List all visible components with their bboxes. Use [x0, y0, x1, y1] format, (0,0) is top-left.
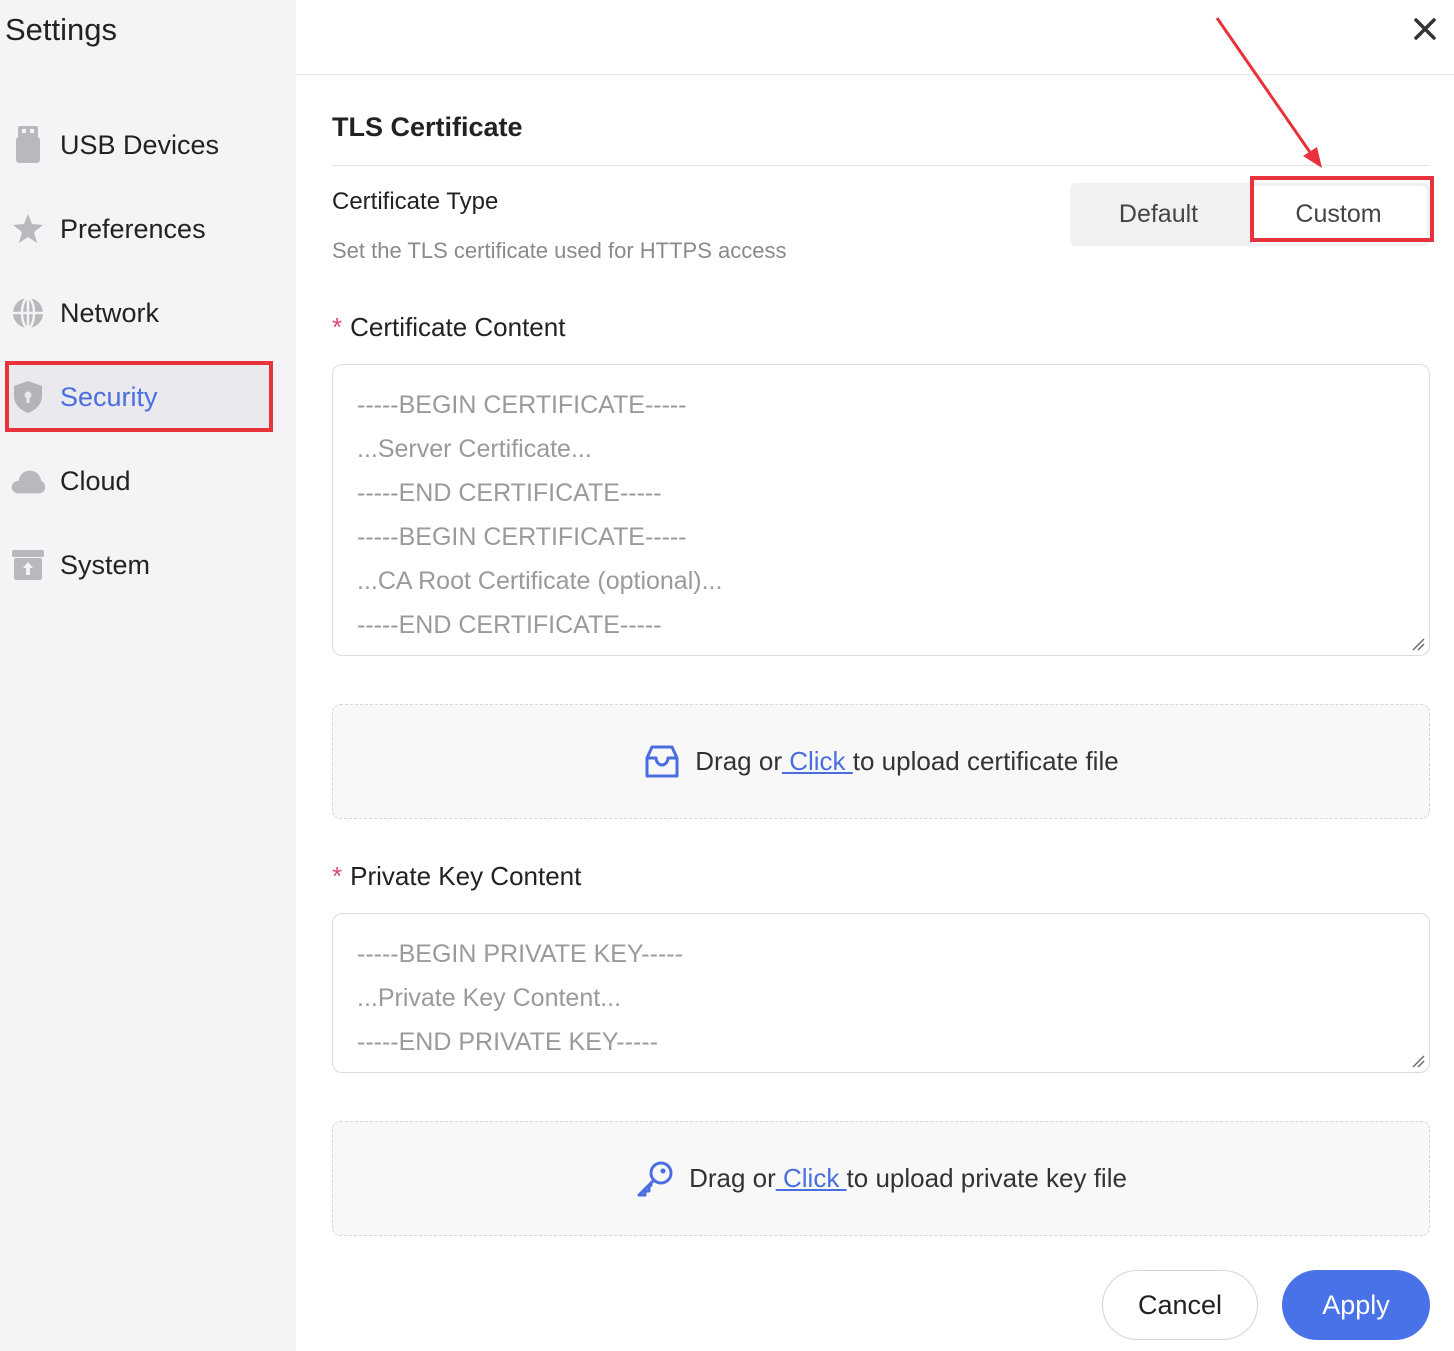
- sidebar: Settings USB Devices Preferences Network…: [0, 0, 296, 1351]
- globe-icon: [10, 295, 46, 331]
- sidebar-item-preferences[interactable]: Preferences: [6, 197, 270, 261]
- usb-icon: [10, 126, 46, 163]
- sidebar-item-label: System: [60, 549, 151, 580]
- key-content-label-text: Private Key Content: [350, 861, 582, 891]
- sidebar-item-security[interactable]: Security: [6, 365, 270, 429]
- resize-handle-icon[interactable]: [1411, 637, 1425, 651]
- sidebar-item-label: Security: [60, 381, 158, 412]
- star-icon: [10, 211, 46, 247]
- key-upload-dropzone[interactable]: Drag or Click to upload private key file: [332, 1121, 1430, 1236]
- sidebar-item-network[interactable]: Network: [6, 281, 270, 345]
- close-icon: [1413, 17, 1437, 46]
- upload-text-suffix: to upload private key file: [846, 1163, 1127, 1193]
- cert-upload-dropzone[interactable]: Drag or Click to upload certificate file: [332, 704, 1430, 819]
- inbox-icon: [643, 744, 681, 780]
- key-upload-click-link[interactable]: Click: [776, 1163, 847, 1194]
- sidebar-item-cloud[interactable]: Cloud: [6, 449, 270, 513]
- key-icon: [635, 1160, 675, 1198]
- sidebar-item-label: Preferences: [60, 213, 206, 244]
- main-panel: TLS Certificate Certificate Type Set the…: [296, 0, 1454, 1351]
- sidebar-item-label: USB Devices: [60, 129, 220, 160]
- close-button[interactable]: [1406, 12, 1444, 50]
- cloud-icon: [10, 463, 46, 499]
- placeholder-line: ...Private Key Content...: [357, 984, 622, 1012]
- placeholder-line: -----END CERTIFICATE-----: [357, 611, 662, 639]
- placeholder-line: ...CA Root Certificate (optional)...: [357, 567, 723, 595]
- section-title: TLS Certificate: [332, 112, 523, 142]
- cert-type-label: Certificate Type: [332, 188, 499, 215]
- upload-text-suffix: to upload certificate file: [852, 746, 1119, 776]
- upload-text-prefix: Drag or: [695, 746, 782, 776]
- placeholder-line: -----BEGIN CERTIFICATE-----: [357, 391, 687, 419]
- system-icon: [10, 547, 46, 583]
- required-asterisk: *: [332, 312, 343, 342]
- placeholder-line: -----BEGIN CERTIFICATE-----: [357, 523, 687, 551]
- required-asterisk: *: [332, 861, 343, 891]
- sidebar-item-system[interactable]: System: [6, 533, 270, 597]
- shield-icon: [10, 379, 46, 415]
- placeholder-line: ...Server Certificate...: [357, 435, 592, 463]
- cert-content-textarea[interactable]: -----BEGIN CERTIFICATE----- ...Server Ce…: [332, 364, 1430, 656]
- cert-type-description: Set the TLS certificate used for HTTPS a…: [332, 238, 787, 263]
- upload-text-prefix: Drag or: [689, 1163, 776, 1193]
- placeholder-line: -----BEGIN PRIVATE KEY-----: [357, 940, 683, 968]
- resize-handle-icon[interactable]: [1411, 1054, 1425, 1068]
- sidebar-item-usb-devices[interactable]: USB Devices: [6, 113, 270, 177]
- cert-type-default-option[interactable]: Default: [1070, 183, 1247, 246]
- sidebar-item-label: Network: [60, 297, 160, 328]
- cancel-button[interactable]: Cancel: [1102, 1270, 1258, 1340]
- key-content-textarea[interactable]: -----BEGIN PRIVATE KEY----- ...Private K…: [332, 913, 1430, 1073]
- cert-type-custom-option[interactable]: Custom: [1250, 186, 1427, 243]
- sidebar-item-label: Cloud: [60, 465, 131, 496]
- cert-upload-click-link[interactable]: Click: [782, 746, 853, 777]
- annotation-arrow-icon: [1215, 17, 1322, 168]
- cert-content-label-text: Certificate Content: [350, 312, 566, 342]
- sidebar-title: Settings: [5, 12, 118, 47]
- cert-type-toggle: Default Custom: [1070, 183, 1430, 246]
- placeholder-line: -----END PRIVATE KEY-----: [357, 1028, 658, 1056]
- key-content-label: * Private Key Content: [332, 861, 581, 892]
- placeholder-line: -----END CERTIFICATE-----: [357, 479, 662, 507]
- apply-button[interactable]: Apply: [1282, 1270, 1430, 1340]
- cert-content-label: * Certificate Content: [332, 312, 565, 343]
